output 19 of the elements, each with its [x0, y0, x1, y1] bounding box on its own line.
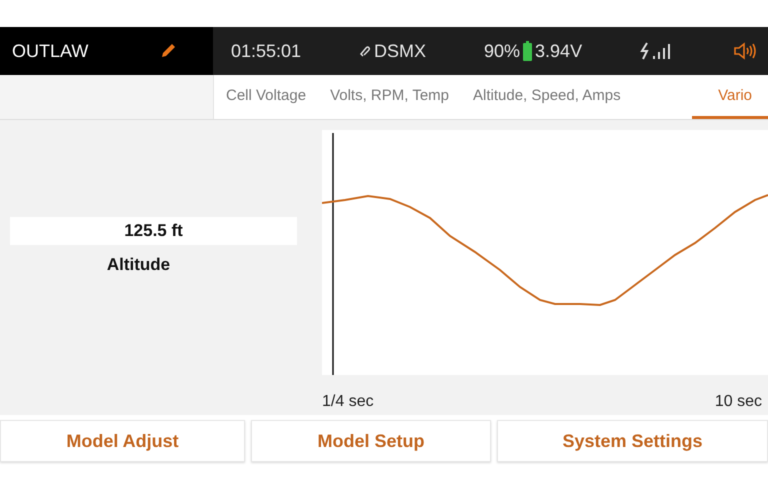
value-field: 125.5 ft: [10, 217, 297, 245]
nav-button[interactable]: Model Adjust: [0, 420, 245, 462]
timer: 01:55:01: [231, 40, 302, 62]
tab[interactable]: Volts, RPM, Temp: [318, 75, 461, 119]
voltage: 3.94V: [535, 40, 582, 62]
nav-button[interactable]: Model Setup: [251, 420, 491, 462]
tab[interactable]: Cell Voltage: [214, 75, 318, 119]
x-end-label: 10 sec: [714, 393, 762, 411]
model-name: OUTLAW: [12, 40, 88, 62]
tab[interactable]: Altitude, Speed, Amps: [461, 75, 633, 119]
link-icon: [359, 44, 372, 58]
value-label: Altitude: [106, 255, 172, 275]
nav-button[interactable]: System Settings: [497, 420, 768, 462]
battery-percent: 90%: [484, 40, 520, 62]
battery-icon: [523, 41, 532, 61]
speaker-icon[interactable]: [734, 42, 758, 60]
protocol-label: DSMX: [374, 40, 426, 62]
pencil-icon[interactable]: [159, 42, 177, 60]
x-start-label: 1/4 sec: [322, 393, 374, 411]
